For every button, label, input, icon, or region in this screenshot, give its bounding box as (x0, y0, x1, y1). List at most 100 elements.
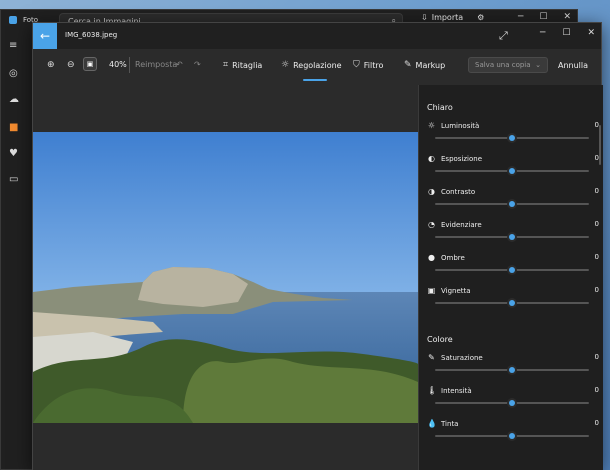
adjust-row-0-3: ◔ Evidenziare 0 (427, 220, 599, 250)
adjust-slider[interactable] (435, 367, 589, 373)
contrast-icon: ◑ (428, 187, 435, 196)
adjust-value: 0 (594, 253, 599, 261)
import-label: Importa (431, 13, 464, 22)
close-icon[interactable]: ✕ (563, 12, 571, 22)
adjust-value: 0 (594, 220, 599, 228)
tab-filter[interactable]: ⛉ Filtro (353, 60, 383, 70)
highlights-icon: ◔ (428, 220, 435, 229)
slider-thumb[interactable] (509, 168, 515, 174)
adjust-row-0-4: ● Ombre 0 (427, 253, 599, 283)
tab-markup-label: Markup (415, 60, 446, 70)
zoom-in-icon[interactable]: ⊕ (47, 60, 55, 70)
markup-icon: ✎ (404, 60, 412, 70)
adjust-label: Tinta (441, 419, 459, 428)
slider-thumb[interactable] (509, 433, 515, 439)
gallery-icon[interactable]: ◎ (9, 68, 18, 79)
tab-crop[interactable]: ⌗ Ritaglia (223, 60, 262, 70)
adjust-value: 0 (594, 121, 599, 129)
adjust-label-group: ◑ Contrasto (427, 187, 475, 196)
arrow-left-icon: ← (39, 29, 51, 43)
adjust-value: 0 (594, 187, 599, 195)
brightness-icon: ☼ (427, 121, 436, 130)
adjust-slider[interactable] (435, 433, 589, 439)
vignette-icon: ▣ (427, 286, 436, 295)
editor-maximize-icon[interactable]: ☐ (562, 28, 570, 38)
folder-icon[interactable]: ▭ (9, 174, 18, 185)
adjust-label-group: ▣ Vignetta (427, 286, 471, 295)
cloud-icon[interactable]: ☁ (9, 94, 19, 105)
tint-icon: 💧 (427, 419, 437, 428)
active-tab-indicator (303, 79, 327, 81)
adjust-panel: Chiaro ☼ Luminosità 0 ◐ Esposizione 0 ◑ Contrast… (418, 85, 603, 470)
editor-close-icon[interactable]: ✕ (587, 28, 595, 38)
tab-adjust[interactable]: ☼ Regolazione (281, 60, 342, 70)
adjust-label-group: ◔ Evidenziare (427, 220, 482, 229)
tab-filter-label: Filtro (363, 60, 384, 70)
tab-markup[interactable]: ✎ Markup (404, 60, 445, 70)
redo-icon[interactable]: ↷ (194, 60, 201, 69)
minimize-icon[interactable]: ─ (518, 12, 523, 22)
save-copy-label: Salva una copia (475, 61, 531, 69)
shadows-icon: ● (428, 253, 435, 262)
save-copy-button[interactable]: Salva una copia ⌄ (468, 57, 548, 73)
adjust-slider[interactable] (435, 201, 589, 207)
zoom-out-icon[interactable]: ⊖ (67, 60, 75, 70)
adjust-row-0-5: ▣ Vignetta 0 (427, 286, 599, 316)
slider-thumb[interactable] (509, 135, 515, 141)
tab-adjust-label: Regolazione (293, 60, 342, 70)
adjust-label: Vignetta (441, 286, 471, 295)
favorites-icon[interactable]: ♥ (9, 148, 18, 159)
slider-thumb[interactable] (509, 400, 515, 406)
intensity-icon: 🌡 (427, 386, 438, 395)
background-window-controls: ─ ☐ ✕ (518, 12, 571, 22)
exposure-icon: ◐ (428, 154, 435, 163)
adjust-value: 0 (594, 419, 599, 427)
adjust-slider[interactable] (435, 400, 589, 406)
photos-logo-icon (9, 16, 17, 24)
back-button[interactable]: ← (33, 23, 57, 49)
slider-thumb[interactable] (509, 234, 515, 240)
file-name: IMG_6038.jpeg (65, 31, 118, 39)
slider-thumb[interactable] (509, 367, 515, 373)
adjust-label-group: ✎ Saturazione (427, 353, 483, 362)
adjust-label: Saturazione (441, 353, 483, 362)
slider-thumb[interactable] (509, 201, 515, 207)
adjust-value: 0 (594, 286, 599, 294)
adjust-slider[interactable] (435, 135, 589, 141)
menu-icon[interactable]: ≡ (9, 40, 17, 51)
background-sidebar: ≡ ◎ ☁ ■ ♥ ▭ (1, 30, 29, 470)
adjust-label-group: 💧 Tinta (427, 419, 458, 428)
undo-icon[interactable]: ↶ (176, 60, 183, 69)
chevron-down-icon: ⌄ (535, 61, 541, 69)
import-button[interactable]: ⇩ Importa ⚙ (421, 13, 484, 22)
adjust-label: Ombre (441, 253, 465, 262)
fit-view-icon[interactable]: ▣ (83, 57, 97, 71)
slider-thumb[interactable] (509, 300, 515, 306)
editor-titlebar: ← IMG_6038.jpeg ⤢ ─ ☐ ✕ (33, 23, 601, 49)
adjust-row-1-2: 💧 Tinta 0 (427, 419, 599, 449)
fullscreen-icon[interactable]: ⤢ (499, 29, 508, 43)
editor-minimize-icon[interactable]: ─ (540, 28, 545, 38)
adjust-row-1-1: 🌡 Intensità 0 (427, 386, 599, 416)
photo-preview[interactable] (33, 132, 418, 423)
adjust-label: Esposizione (441, 154, 483, 163)
adjust-label-group: ☼ Luminosità (427, 121, 479, 130)
cancel-button[interactable]: Annulla (555, 57, 591, 73)
maximize-icon[interactable]: ☐ (539, 12, 547, 22)
adjust-slider[interactable] (435, 168, 589, 174)
adjust-slider[interactable] (435, 300, 589, 306)
onedrive-icon[interactable]: ■ (9, 122, 18, 133)
reset-button[interactable]: Reimposta (135, 60, 177, 69)
adjust-slider[interactable] (435, 234, 589, 240)
adjust-label: Contrasto (441, 187, 476, 196)
section-title-0: Chiaro (427, 103, 453, 112)
panel-scrollbar[interactable] (599, 125, 601, 165)
adjust-slider[interactable] (435, 267, 589, 273)
adjust-row-0-2: ◑ Contrasto 0 (427, 187, 599, 217)
slider-thumb[interactable] (509, 267, 515, 273)
editor-window-controls: ─ ☐ ✕ (540, 28, 595, 38)
editor-window: ← IMG_6038.jpeg ⤢ ─ ☐ ✕ ⊕ ⊖ ▣ 40% Reimpo… (32, 22, 603, 470)
settings-icon[interactable]: ⚙ (477, 13, 484, 22)
adjust-label: Luminosità (441, 121, 480, 130)
tab-crop-label: Ritaglia (232, 60, 263, 70)
